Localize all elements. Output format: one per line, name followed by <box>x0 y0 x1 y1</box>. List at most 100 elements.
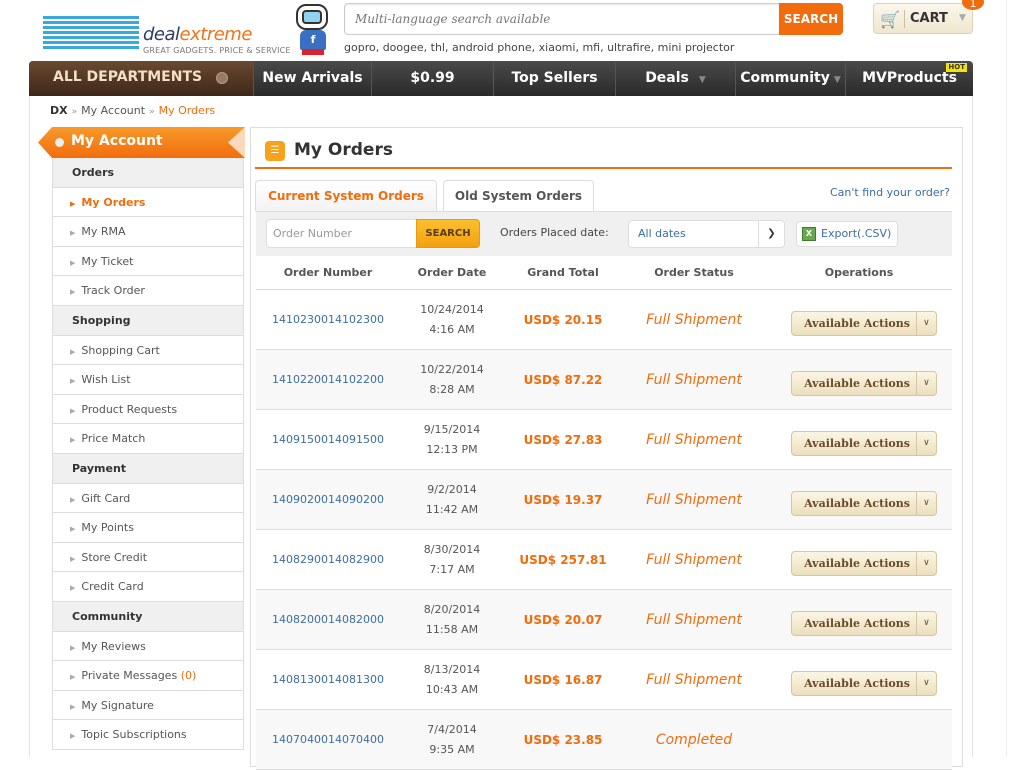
col-order-date: Order Date <box>417 266 487 279</box>
col-operations: Operations <box>824 266 894 279</box>
available-actions-button[interactable]: Available Actions ∨ <box>791 311 937 336</box>
operations-cell: Available Actions ∨ <box>766 543 952 576</box>
available-actions-button[interactable]: Available Actions ∨ <box>791 371 937 396</box>
nav-deals[interactable]: Deals ▼ <box>615 61 735 96</box>
sidebar-item-my-reviews[interactable]: ▶ My Reviews <box>53 631 243 662</box>
caret-right-icon: ▶ <box>70 406 76 415</box>
export-csv-button[interactable]: X Export(.CSV) <box>796 221 898 247</box>
order-number-link[interactable]: 1409150014091500 <box>256 433 400 446</box>
table-row: 1409150014091500 9/15/2014 12:13 PM USD$ 27… <box>256 410 952 470</box>
grand-total: USD$ 23.85 <box>523 732 603 747</box>
hot-search-terms[interactable]: gopro, doogee, thl, android phone, xiaom… <box>344 41 734 54</box>
scrollbar[interactable] <box>1006 0 1007 757</box>
tab-old-system-orders[interactable]: Old System Orders <box>443 180 594 211</box>
message-count: (0) <box>180 669 197 683</box>
main-nav: ALL DEPARTMENTS New Arrivals $0.99 Top S… <box>29 61 973 96</box>
caret-right-icon: ▶ <box>70 258 76 267</box>
breadcrumb-root[interactable]: DX <box>50 104 68 117</box>
col-order-number: Order Number <box>283 266 373 279</box>
available-actions-button[interactable]: Available Actions ∨ <box>791 611 937 636</box>
chevron-down-icon: ▼ <box>959 13 966 23</box>
search-input[interactable] <box>345 4 779 34</box>
sidebar-item-my-orders[interactable]: ▶ My Orders <box>53 187 243 218</box>
cart-icon: 🛒 <box>880 10 900 29</box>
order-number-link[interactable]: 1408290014082900 <box>256 553 400 566</box>
order-date: 8/13/2014 10:43 AM <box>423 662 481 696</box>
chevron-down-icon[interactable]: ∨ <box>915 432 936 455</box>
mascot-icon[interactable]: f <box>290 0 336 56</box>
search-field[interactable] <box>344 3 780 35</box>
sidebar-item-my-ticket[interactable]: ▶ My Ticket <box>53 246 243 277</box>
sidebar-group-shopping: Shopping <box>53 305 243 336</box>
chevron-down-icon[interactable]: ∨ <box>915 312 936 335</box>
order-number-link[interactable]: 1407040014070400 <box>256 733 400 746</box>
caret-right-icon: ▶ <box>70 643 76 652</box>
tab-current-system-orders[interactable]: Current System Orders <box>255 180 437 211</box>
operations-cell: Available Actions ∨ <box>766 363 952 396</box>
grand-total: USD$ 19.37 <box>523 492 603 507</box>
nav-new-arrivals[interactable]: New Arrivals <box>253 61 371 96</box>
available-actions-button[interactable]: Available Actions ∨ <box>791 671 937 696</box>
caret-right-icon: ▶ <box>70 347 76 356</box>
available-actions-button[interactable]: Available Actions ∨ <box>791 431 937 456</box>
sidebar-item-credit-card[interactable]: ▶ Credit Card <box>53 572 243 602</box>
order-number-link[interactable]: 1410230014102300 <box>256 313 400 326</box>
sidebar-item-my-points[interactable]: ▶ My Points <box>53 513 243 543</box>
chevron-down-icon[interactable]: ∨ <box>915 492 936 515</box>
sidebar-menu: Orders ▶ My Orders ▶ My RMA ▶ My Ticket ▶ Tr… <box>52 158 244 750</box>
grand-total: USD$ 27.83 <box>523 432 603 447</box>
sidebar-item-my-signature[interactable]: ▶ My Signature <box>53 690 243 721</box>
grand-total: USD$ 16.87 <box>523 672 603 687</box>
table-row: 1408290014082900 8/30/2014 7:17 AM USD$ 257… <box>256 530 952 590</box>
available-actions-button[interactable]: Available Actions ∨ <box>791 491 937 516</box>
breadcrumb-account[interactable]: My Account <box>81 104 145 117</box>
order-number-link[interactable]: 1408200014082000 <box>256 613 400 626</box>
chevron-down-icon[interactable]: ∨ <box>915 612 936 635</box>
order-number-link[interactable]: 1409020014090200 <box>256 493 400 506</box>
search-button[interactable]: SEARCH <box>779 3 843 35</box>
caret-right-icon: ▶ <box>70 673 76 682</box>
available-actions-button[interactable]: Available Actions ∨ <box>791 551 937 576</box>
chevron-down-icon: ▼ <box>698 75 706 85</box>
order-number-link[interactable]: 1410220014102200 <box>256 373 400 386</box>
dealextreme-wordmark[interactable]: dealextreme <box>143 24 252 45</box>
sidebar-item-wish-list[interactable]: ▶ Wish List <box>53 365 243 395</box>
orders-placed-date-label: Orders Placed date: <box>500 226 609 239</box>
sidebar-item-store-credit[interactable]: ▶ Store Credit <box>53 542 243 573</box>
all-departments-menu[interactable]: ALL DEPARTMENTS <box>29 61 253 96</box>
sidebar-item-product-requests[interactable]: ▶ Product Requests <box>53 394 243 425</box>
nav-top-sellers[interactable]: Top Sellers <box>493 61 615 96</box>
sidebar-item-shopping-cart[interactable]: ▶ Shopping Cart <box>53 335 243 366</box>
orders-list-icon: ☰ <box>265 141 285 161</box>
order-status: Full Shipment <box>646 311 742 328</box>
cart-button[interactable]: 🛒 CART ▼ <box>873 3 973 34</box>
sidebar-item-my-rma[interactable]: ▶ My RMA <box>53 217 243 247</box>
date-filter-select[interactable]: All dates ❯ <box>628 220 785 248</box>
table-row: 1407040014070400 7/4/2014 9:35 AM USD$ 23.8… <box>256 710 952 770</box>
dx-logo[interactable] <box>43 16 139 54</box>
sidebar-item-private-messages[interactable]: ▶ Private Messages (0) <box>53 661 243 691</box>
caret-right-icon: ▶ <box>70 495 76 504</box>
chevron-down-icon: ▼ <box>833 75 841 85</box>
caret-right-icon: ▶ <box>70 199 76 208</box>
grand-total: USD$ 87.22 <box>523 372 603 387</box>
nav-mvproducts[interactable]: MVProducts HOT <box>845 61 973 96</box>
sidebar-item-gift-card[interactable]: ▶ Gift Card <box>53 483 243 514</box>
order-number-input[interactable]: Order Number <box>266 219 418 248</box>
order-status: Completed <box>655 731 733 748</box>
nav-099[interactable]: $0.99 <box>371 61 493 96</box>
order-search-button[interactable]: SEARCH <box>416 219 480 248</box>
chevron-down-icon[interactable]: ∨ <box>915 372 936 395</box>
chevron-down-icon[interactable]: ∨ <box>915 552 936 575</box>
order-number-link[interactable]: 1408130014081300 <box>256 673 400 686</box>
chevron-down-icon: ❯ <box>758 221 784 247</box>
sidebar-item-topic-subscriptions[interactable]: ▶ Topic Subscriptions <box>53 720 243 750</box>
sidebar-item-price-match[interactable]: ▶ Price Match <box>53 424 243 454</box>
sidebar-item-track-order[interactable]: ▶ Track Order <box>53 276 243 306</box>
operations-cell: Available Actions ∨ <box>766 663 952 696</box>
grand-total: USD$ 257.81 <box>519 552 607 567</box>
chevron-down-icon[interactable]: ∨ <box>915 672 936 695</box>
cant-find-order-link[interactable]: Can't find your order? <box>830 186 950 199</box>
order-status: Full Shipment <box>646 671 742 688</box>
nav-community[interactable]: Community ▼ <box>735 61 845 96</box>
